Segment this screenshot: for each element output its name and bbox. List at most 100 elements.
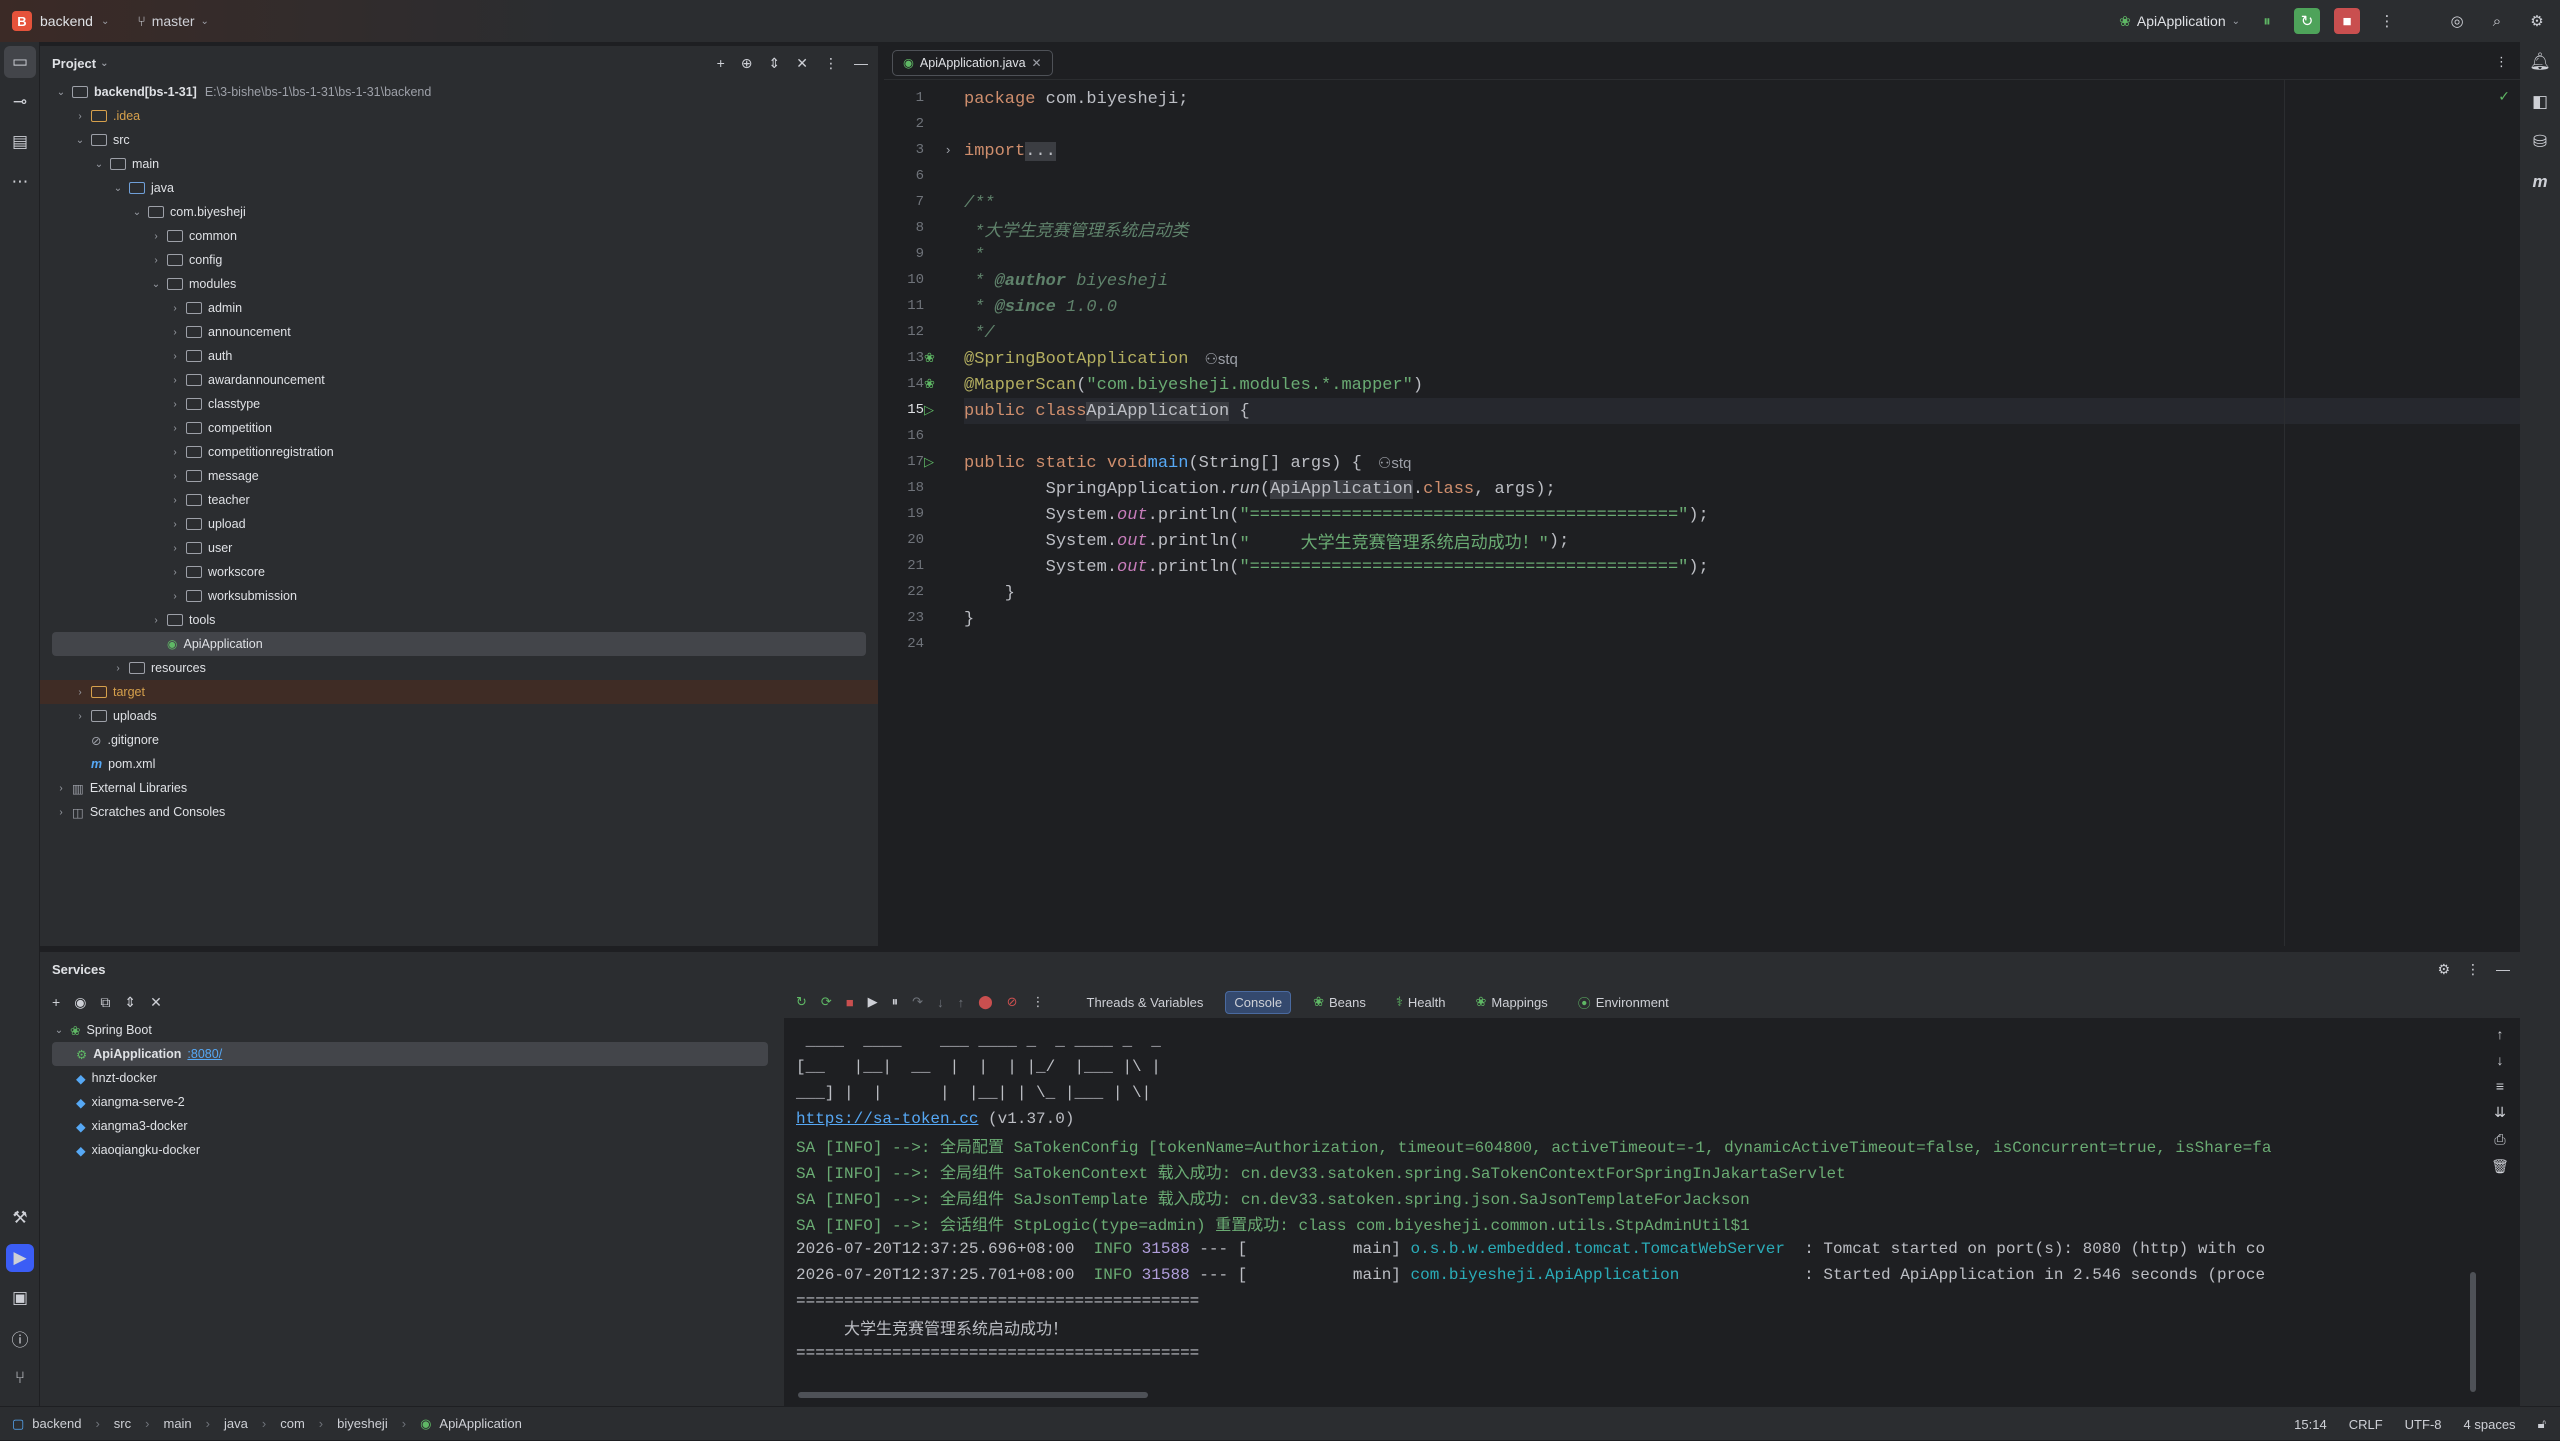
print-icon[interactable]: ⎙ [2494, 1131, 2505, 1148]
maven-icon[interactable]: m [2520, 162, 2560, 202]
tree-row[interactable]: ⌄ modules [40, 272, 878, 296]
chevron-down-icon[interactable]: ⌄ [111, 183, 125, 194]
new-file-icon[interactable]: + [717, 55, 725, 71]
expand-all-icon[interactable]: ⇕ [124, 994, 136, 1011]
breadcrumb-item[interactable]: src [114, 1416, 131, 1431]
chevron-right-icon[interactable]: › [73, 711, 87, 722]
update-app-icon[interactable]: ⟳ [821, 994, 832, 1010]
run-config-selector[interactable]: ❀ ApiApplication ⌄ [2119, 13, 2240, 30]
chevron-right-icon[interactable]: › [168, 447, 182, 458]
code-line[interactable]: @MapperScan("com.biyesheji.modules.*.map… [964, 372, 1423, 398]
project-switcher[interactable]: B backend ⌄ [12, 11, 109, 31]
tab-environment[interactable]: ⦿ Environment [1570, 990, 1677, 1015]
database-icon[interactable]: ⛁ [2520, 122, 2560, 162]
tree-row[interactable]: ⌄ com.biyesheji [40, 200, 878, 224]
project-tool-icon[interactable]: ▭ [4, 46, 36, 78]
breadcrumb-item[interactable]: main [163, 1416, 191, 1431]
more-icon[interactable]: ⋮ [2466, 961, 2480, 978]
tree-row[interactable]: › competitionregistration [40, 440, 878, 464]
pause-icon[interactable]: ⏸ [892, 994, 899, 1010]
scroll-to-end-icon[interactable]: ⇊ [2494, 1104, 2506, 1121]
tree-row[interactable]: m pom.xml [40, 752, 878, 776]
tree-row[interactable]: ⌄ backend [bs-1-31] E:\3-bishe\bs-1\bs-1-3… [40, 80, 878, 104]
chevron-down-icon[interactable]: ⌄ [100, 58, 108, 69]
service-row[interactable]: ◆ xiangma-serve-2 [40, 1090, 780, 1114]
chevron-right-icon[interactable]: › [168, 591, 182, 602]
chevron-down-icon[interactable]: ⌄ [73, 135, 87, 146]
build-tool-icon[interactable]: ⚒ [0, 1198, 40, 1238]
ai-chat-icon[interactable]: ◧ [2520, 82, 2560, 122]
chevron-down-icon[interactable]: ⌄ [54, 87, 68, 98]
tree-row[interactable]: › admin [40, 296, 878, 320]
line-separator[interactable]: CRLF [2349, 1417, 2383, 1432]
breadcrumb-item[interactable]: backend [32, 1416, 81, 1431]
breadcrumb-item[interactable]: biyesheji [337, 1416, 388, 1431]
tab-health[interactable]: ⚕ Health [1388, 991, 1454, 1013]
code-line[interactable]: System. out .println("====================… [964, 502, 1709, 528]
collapse-all-icon[interactable]: ✕ [150, 994, 162, 1011]
editor-tab[interactable]: ◉ ApiApplication.java ✕ [892, 49, 1053, 76]
code-line[interactable]: public class ApiApplication { [964, 398, 1250, 424]
tab-console[interactable]: Console [1225, 990, 1292, 1014]
chevron-right-icon[interactable]: › [168, 303, 182, 314]
code-line[interactable]: import ... [964, 138, 1056, 164]
tree-row[interactable]: › worksubmission [40, 584, 878, 608]
tree-row[interactable]: › classtype [40, 392, 878, 416]
service-row[interactable]: ◆ xiangma3-docker [40, 1114, 780, 1138]
indent-setting[interactable]: 4 spaces [2464, 1417, 2516, 1432]
more-icon[interactable]: ⋮ [2374, 8, 2400, 34]
lock-icon[interactable]: 🔓︎ [2538, 1416, 2546, 1432]
chevron-right-icon[interactable]: › [149, 615, 163, 626]
tree-row[interactable]: › target [40, 680, 878, 704]
vertical-scrollbar[interactable] [2470, 1272, 2476, 1392]
step-out-icon[interactable]: ↑ [958, 995, 965, 1010]
structure-tool-icon[interactable]: ▤ [0, 122, 40, 162]
more-icon[interactable]: ⋮ [824, 55, 838, 72]
branch-switcher[interactable]: ⑂ master ⌄ [137, 13, 209, 29]
chevron-right-icon[interactable]: › [54, 807, 68, 818]
minimize-icon[interactable]: — [854, 55, 868, 71]
resume-icon[interactable]: ▶ [868, 994, 878, 1010]
tree-row[interactable]: › config [40, 248, 878, 272]
code-area[interactable]: package com.biyesheji; import ... /** *大学生… [964, 80, 2520, 946]
chevron-right-icon[interactable]: › [149, 255, 163, 266]
code-line[interactable]: System. out .println(" 大学生竞赛管理系统启动成功！"); [964, 528, 1570, 555]
debug-pause-icon[interactable]: ⏸ [2254, 8, 2280, 34]
commit-tool-icon[interactable]: ⊸ [0, 82, 40, 122]
fold-icon[interactable]: › [946, 142, 950, 157]
tree-row[interactable]: › uploads [40, 704, 878, 728]
chevron-right-icon[interactable]: › [111, 663, 125, 674]
tree-row[interactable]: › tools [40, 608, 878, 632]
tree-row[interactable]: › auth [40, 344, 878, 368]
chevron-right-icon[interactable]: › [168, 495, 182, 506]
stop-icon[interactable]: ■ [846, 995, 854, 1010]
chevron-down-icon[interactable]: ⌄ [92, 159, 106, 170]
gear-icon[interactable]: ⚙ [2524, 8, 2550, 34]
step-into-icon[interactable]: ↓ [937, 995, 944, 1010]
tree-row[interactable]: ⌄ src [40, 128, 878, 152]
horizontal-scrollbar[interactable] [798, 1392, 1148, 1398]
chevron-right-icon[interactable]: › [168, 471, 182, 482]
breadcrumb-item[interactable]: java [224, 1416, 248, 1431]
tree-row[interactable]: › resources [40, 656, 878, 680]
run-gutter-icon[interactable]: ▷ [924, 454, 934, 470]
chevron-right-icon[interactable]: › [168, 399, 182, 410]
breakpoints-icon[interactable]: ⬤ [978, 994, 993, 1010]
tree-row[interactable]: ⌄ java [40, 176, 878, 200]
code-line[interactable]: /** [964, 190, 995, 216]
tree-row[interactable]: › awardannouncement [40, 368, 878, 392]
code-line[interactable]: * @since 1.0.0 [964, 294, 1117, 320]
code-line[interactable]: */ [964, 320, 994, 346]
tree-row[interactable]: › message [40, 464, 878, 488]
run-gutter-icon[interactable]: ▷ [924, 402, 934, 418]
console-link[interactable]: https://sa-token.cc [796, 1110, 978, 1128]
chevron-right-icon[interactable]: › [149, 231, 163, 242]
tree-row[interactable]: › teacher [40, 488, 878, 512]
chevron-down-icon[interactable]: ⌄ [52, 1025, 66, 1036]
tree-row[interactable]: › .idea [40, 104, 878, 128]
code-line[interactable]: System. out .println("====================… [964, 554, 1709, 580]
services-tool-icon[interactable]: ▶ [6, 1244, 34, 1272]
tree-row[interactable]: › user [40, 536, 878, 560]
code-line[interactable]: * [964, 242, 984, 268]
tree-row[interactable]: › common [40, 224, 878, 248]
